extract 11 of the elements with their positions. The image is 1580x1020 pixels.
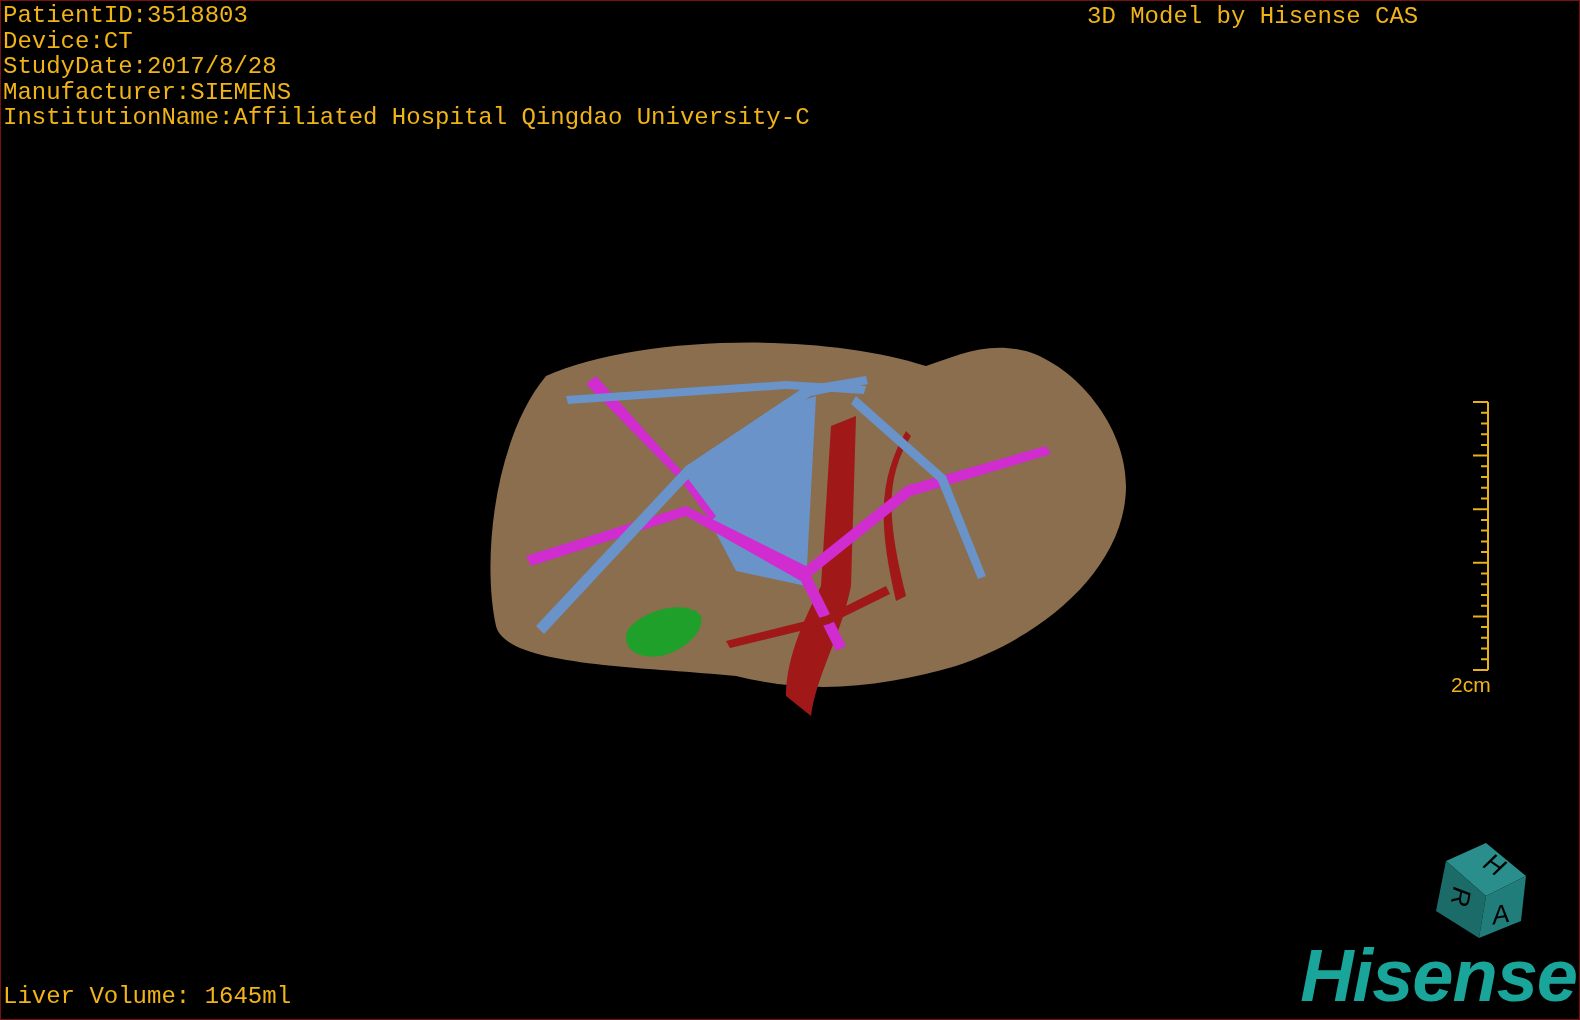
orientation-cube-drawing[interactable]: H R A — [1436, 843, 1526, 938]
study-info-text: InstitutionName:Affiliated Hospital Qingdao University-C — [3, 105, 810, 131]
brand-logo: Hisense — [1300, 941, 1577, 1011]
study-info-text: StudyDate:2017/8/28 — [3, 54, 278, 80]
scale-label: 2cm — [1451, 673, 1491, 697]
liver-volume-label: Liver Volume: 1645ml — [3, 983, 292, 1011]
viewer-canvas[interactable]: PatientID:3518803 Device:CT StudyDate:2017/8/28 Manufacturer:SIEMENS InstitutionName:Affiliated Hospital Qingdao University-C 3D Model by Hisense CAS 2cm H R A Liver Volume: 1645ml Hisense — [0, 0, 1580, 1020]
viewer-title: 3D Model by Hisense CAS — [1087, 3, 1419, 31]
study-info-text: PatientID:3518803 — [3, 3, 249, 29]
study-info-text: Device:CT — [3, 28, 134, 54]
study-info-text: Manufacturer:SIEMENS — [3, 79, 293, 105]
